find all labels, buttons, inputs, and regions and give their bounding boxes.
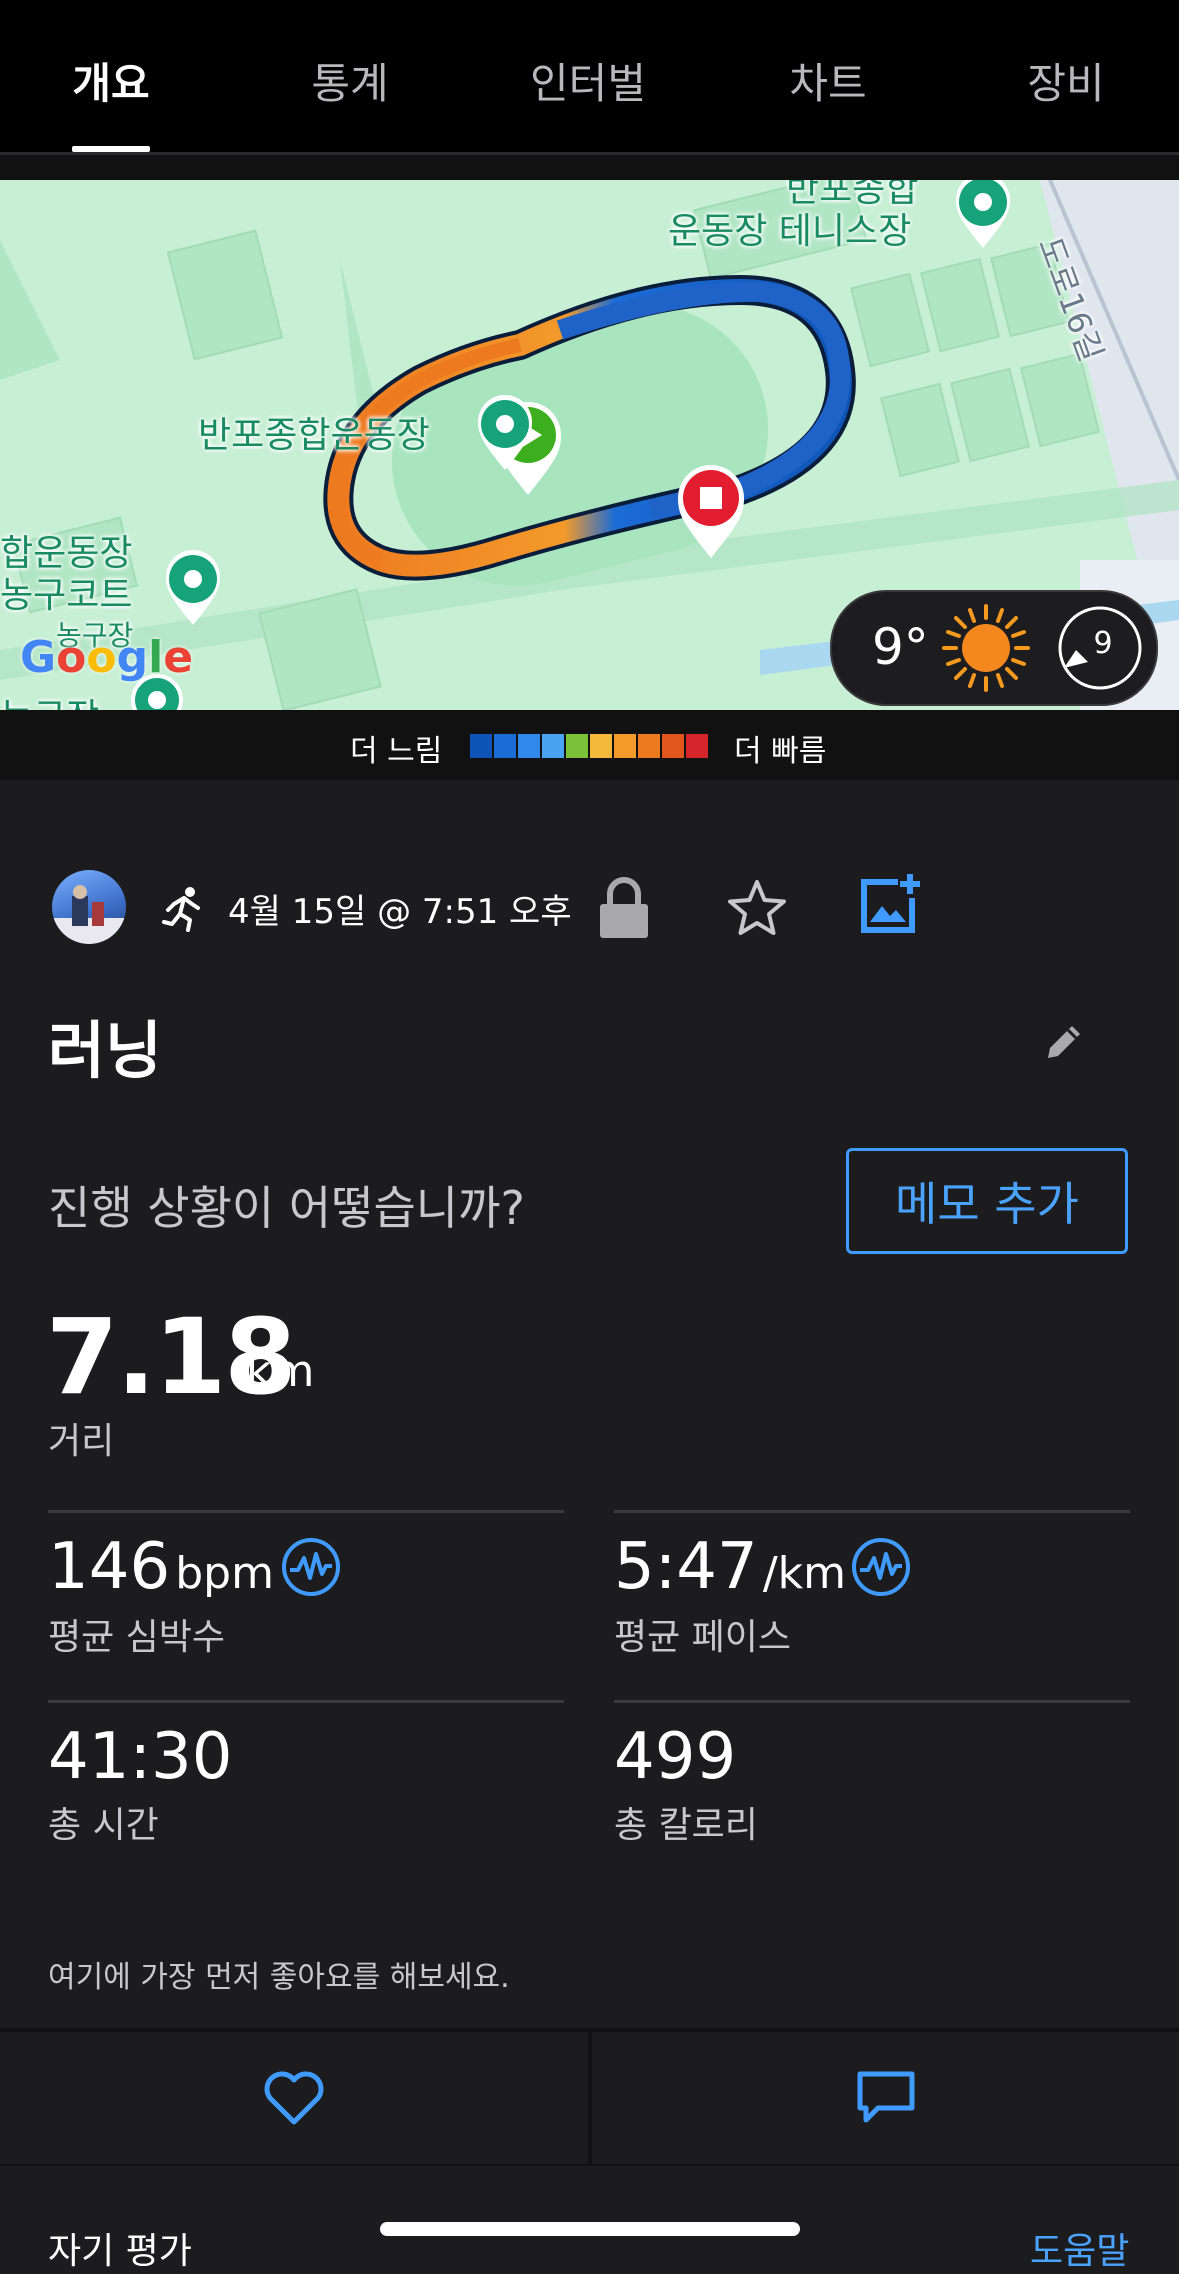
divider (48, 1700, 564, 1703)
heart-icon (264, 2071, 324, 2125)
chart-pulse-icon[interactable] (850, 1536, 912, 1598)
divider (48, 1510, 564, 1513)
social-action-bar (0, 2028, 1179, 2166)
tab-stats[interactable]: 통계 (311, 50, 388, 111)
help-link[interactable]: 도움말 (1030, 2222, 1129, 2274)
tab-intervals[interactable]: 인터벌 (530, 50, 646, 111)
activity-title: 러닝 (48, 1014, 163, 1087)
heart-rate-label: 평균 심박수 (48, 1617, 226, 1658)
divider (614, 1510, 1130, 1513)
divider (0, 155, 1179, 180)
pace-label: 평균 페이스 (614, 1617, 792, 1658)
heart-rate-stat[interactable]: 146 bpm (48, 1530, 274, 1604)
legend-swatch (638, 734, 660, 758)
like-button[interactable] (0, 2032, 588, 2164)
legend-swatch (494, 734, 516, 758)
map-label-basket-4: 농구장 (0, 688, 99, 710)
heart-rate-unit: bpm (175, 1548, 274, 1599)
star-icon[interactable] (726, 878, 788, 938)
self-evaluation-label: 자기 평가 (48, 2231, 192, 2272)
like-note: 여기에 가장 먼저 좋아요를 해보세요. (48, 1960, 510, 1995)
pace-legend: 더 느림 더 빠름 (0, 710, 1179, 780)
calories-label: 총 칼로리 (614, 1805, 758, 1846)
google-logo: Google (20, 632, 194, 683)
legend-swatch (686, 734, 708, 758)
edit-pencil-icon[interactable] (1042, 1020, 1086, 1064)
map-label-basket-2: 농구코트 (0, 575, 133, 616)
legend-swatch (542, 734, 564, 758)
total-time-label: 총 시간 (48, 1805, 159, 1846)
divider (614, 1700, 1130, 1703)
legend-fast-label: 더 빠름 (734, 734, 827, 769)
tab-gear[interactable]: 장비 (1027, 50, 1104, 111)
home-indicator[interactable] (380, 2222, 800, 2236)
legend-swatch (566, 734, 588, 758)
progress-question: 진행 상황이 어떻습니까? (48, 1181, 525, 1235)
pace-unit: /km (762, 1548, 846, 1599)
add-photo-icon[interactable] (858, 872, 922, 936)
heart-rate-value: 146 (48, 1530, 171, 1604)
total-time-value: 41:30 (48, 1720, 233, 1794)
pace-stat[interactable]: 5:47 /km (614, 1530, 846, 1604)
distance-label: 거리 (48, 1421, 115, 1462)
legend-swatch (614, 734, 636, 758)
activity-date: 4월 15일 @ 7:51 오후 (228, 892, 572, 932)
pace-value: 5:47 (614, 1530, 758, 1604)
weather-badge: 9° 9 (830, 590, 1158, 706)
temperature: 9° (872, 618, 929, 676)
legend-swatch (518, 734, 540, 758)
running-icon (162, 887, 200, 932)
legend-color-bar (470, 734, 710, 758)
legend-slow-label: 더 느림 (350, 734, 443, 769)
tab-charts[interactable]: 차트 (789, 50, 866, 111)
comment-button[interactable] (592, 2032, 1179, 2164)
top-tab-bar: 개요 통계 인터벌 차트 장비 (0, 0, 1179, 155)
tab-overview[interactable]: 개요 (72, 50, 149, 111)
comment-icon (857, 2071, 914, 2123)
sun-icon (942, 604, 1030, 692)
legend-swatch (662, 734, 684, 758)
avatar[interactable] (52, 870, 126, 944)
add-memo-button[interactable]: 메모 추가 (846, 1148, 1128, 1254)
legend-swatch (470, 734, 492, 758)
lock-icon[interactable] (598, 876, 650, 940)
map-label-stadium: 반포종합운동장 (198, 415, 430, 456)
calories-value: 499 (614, 1720, 737, 1794)
wind-speed: 9 (1093, 626, 1113, 661)
chart-pulse-icon[interactable] (280, 1536, 342, 1598)
map-label-tennis-2: 운동장 테니스장 (668, 211, 912, 252)
distance-unit: km (246, 1346, 315, 1397)
legend-swatch (590, 734, 612, 758)
active-tab-indicator (72, 146, 150, 152)
